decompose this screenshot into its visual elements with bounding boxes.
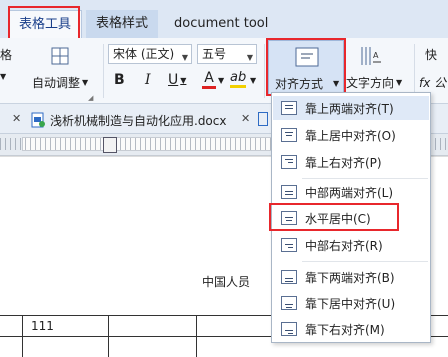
chevron-down-icon: ▼: [82, 78, 89, 87]
text-direction-label: 文字方向: [346, 76, 395, 90]
font-color-swatch: [202, 86, 216, 89]
auto-adjust-button[interactable]: 自动调整 ▼: [32, 74, 88, 91]
chevron-down-icon: ▼: [396, 78, 403, 87]
quick-calc-button[interactable]: 快: [425, 46, 437, 63]
chevron-down-icon: ▼: [180, 75, 187, 85]
align-middle-right-icon: [281, 238, 297, 252]
underline-button[interactable]: U ▼: [168, 72, 186, 88]
text-direction-icon[interactable]: A: [358, 44, 382, 68]
highlight-swatch: [230, 85, 247, 88]
menu-item-middle-right[interactable]: 中部右对齐(R): [273, 233, 429, 257]
table-tools-highlight-box: [8, 6, 80, 40]
menu-separator: [302, 178, 428, 179]
menu-separator: [302, 261, 428, 262]
ribbon-separator: [414, 44, 415, 98]
left-cut-dropdown[interactable]: ▼: [0, 72, 6, 81]
left-cut-label: 格: [0, 46, 12, 63]
italic-button[interactable]: I: [145, 72, 151, 88]
chevron-down-icon[interactable]: ▼: [250, 76, 256, 85]
ribbon-separator: [264, 44, 265, 98]
bold-label: B: [114, 72, 125, 88]
align-highlight-box: [266, 38, 346, 96]
font-color-button[interactable]: A: [202, 70, 216, 89]
document-tab-label: 浅析机械制造与自动化应用.docx: [50, 113, 227, 128]
align-middle-justify-icon: [281, 185, 297, 199]
align-top-right-icon: [281, 155, 297, 169]
highlight-button[interactable]: ab: [230, 70, 246, 88]
dialog-launcher-icon[interactable]: ◢: [88, 94, 93, 102]
close-icon[interactable]: ✕: [241, 112, 250, 125]
tab-table-style[interactable]: 表格样式: [86, 10, 159, 38]
font-size-select[interactable]: 五号 ▼: [197, 44, 257, 64]
table-cell-text: 111: [31, 319, 54, 333]
align-bottom-right-icon: [281, 322, 297, 336]
center-item-highlight-box: [269, 203, 399, 231]
menu-item-bottom-center[interactable]: 靠下居中对齐(U): [273, 291, 429, 315]
align-bottom-center-icon: [281, 296, 297, 310]
font-size-value: 五号: [202, 47, 227, 61]
centered-text: 中国人员: [202, 275, 251, 289]
table-border: [108, 315, 109, 357]
quick-calc-label: 快: [425, 48, 438, 62]
underline-label: U: [168, 72, 179, 88]
document-tab[interactable]: 浅析机械制造与自动化应用.docx: [30, 109, 260, 131]
close-icon[interactable]: ✕: [12, 112, 21, 125]
doc-file-icon: [31, 112, 45, 128]
menu-item-label: 靠上两端对齐(T): [305, 101, 394, 116]
highlight-label: ab: [230, 70, 247, 85]
menu-item-top-justify[interactable]: 靠上两端对齐(T): [273, 96, 429, 120]
formula-label: fx 公: [419, 76, 447, 90]
menu-item-label: 靠下右对齐(M): [305, 322, 385, 337]
text-direction-icon-graphic: A: [361, 47, 381, 65]
menu-item-bottom-justify[interactable]: 靠下两端对齐(B): [273, 265, 429, 289]
table-grid-icon: [51, 47, 69, 65]
formula-button[interactable]: fx 公: [419, 74, 446, 91]
tab-table-style-label: 表格样式: [96, 16, 149, 31]
menu-item-label: 中部两端对齐(L): [305, 185, 394, 200]
table-cell[interactable]: 111: [23, 316, 108, 336]
menu-item-top-center[interactable]: 靠上居中对齐(O): [273, 123, 429, 147]
italic-label: I: [145, 72, 151, 88]
tab-document-tool-label: document tool: [174, 16, 269, 31]
menu-item-label: 靠下居中对齐(U): [305, 296, 396, 311]
table-border: [196, 315, 197, 357]
chevron-down-icon: ▼: [181, 53, 188, 62]
font-color-label: A: [204, 70, 214, 86]
font-name-select[interactable]: 宋体 (正文) ▼: [108, 44, 192, 64]
tab-document-tool[interactable]: document tool: [164, 10, 278, 38]
align-top-center-icon: [281, 128, 297, 142]
font-name-value: 宋体 (正文): [113, 47, 175, 61]
auto-adjust-icon[interactable]: [46, 44, 74, 68]
text-direction-button[interactable]: 文字方向 ▼: [346, 74, 402, 91]
menu-item-label: 靠上右对齐(P): [305, 155, 382, 170]
menu-item-middle-justify[interactable]: 中部两端对齐(L): [273, 180, 429, 204]
bold-button[interactable]: B: [114, 72, 125, 88]
chevron-down-icon: ▼: [0, 72, 7, 81]
svg-text:A: A: [373, 51, 379, 60]
menu-item-label: 中部右对齐(R): [305, 238, 383, 253]
align-top-justify-icon: [281, 101, 297, 115]
ruler-indent-handle[interactable]: [103, 137, 117, 153]
doc-file-icon: [258, 112, 268, 126]
menu-item-label: 靠上居中对齐(O): [305, 128, 396, 143]
left-cut-text: 格: [0, 48, 13, 62]
ribbon-separator: [103, 44, 104, 98]
chevron-down-icon[interactable]: ▼: [218, 76, 224, 85]
auto-adjust-label: 自动调整: [32, 76, 81, 90]
chevron-down-icon: ▼: [246, 53, 253, 62]
menu-item-bottom-right[interactable]: 靠下右对齐(M): [273, 317, 429, 341]
align-bottom-justify-icon: [281, 270, 297, 284]
menu-item-top-right[interactable]: 靠上右对齐(P): [273, 150, 429, 174]
menu-item-label: 靠下两端对齐(B): [305, 270, 395, 285]
